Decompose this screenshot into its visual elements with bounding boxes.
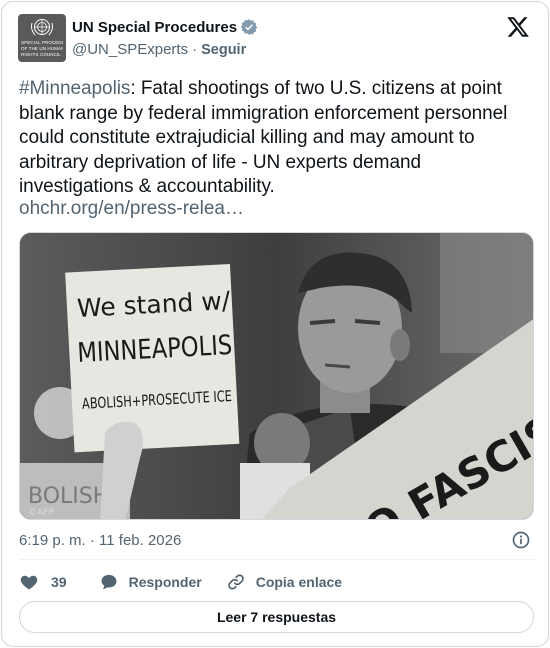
read-replies-button[interactable]: Leer 7 respuestas — [19, 601, 534, 633]
handle-separator: · — [192, 41, 198, 58]
handle[interactable]: @UN_SPExperts — [72, 41, 188, 58]
tweet-photo[interactable]: BOLISH We stand w/ MINNEAPOLIS ABOLISH+P… — [19, 232, 534, 520]
tweet-text: #Minneapolis: Fatal shootings of two U.S… — [19, 77, 519, 200]
copy-link-label: Copia enlace — [255, 574, 343, 590]
follow-button[interactable]: Seguir — [201, 42, 246, 58]
tweet-card: SPECIAL PROCEDURES OF THE UN HUMAN RIGHT… — [1, 1, 549, 647]
un-emblem-icon — [30, 19, 54, 36]
author-name-row: UN Special Procedures — [72, 18, 258, 36]
avatar-text-2: OF THE UN HUMAN — [21, 46, 63, 51]
copy-link-button[interactable]: Copia enlace — [226, 572, 342, 592]
speech-bubble-icon — [101, 574, 117, 590]
link-icon — [227, 574, 244, 590]
x-logo-icon[interactable] — [506, 15, 530, 39]
protest-photo: BOLISH We stand w/ MINNEAPOLIS ABOLISH+P… — [20, 233, 533, 519]
avatar-text-3: RIGHTS COUNCIL — [21, 52, 61, 57]
like-button[interactable]: 39 — [19, 572, 67, 592]
divider — [19, 559, 534, 560]
handle-row: @UN_SPExperts · Seguir — [72, 41, 246, 58]
timestamp[interactable]: 6:19 p. m. · 11 feb. 2026 — [19, 532, 181, 549]
external-link[interactable]: ohchr.org/en/press-relea… — [19, 198, 244, 220]
avatar[interactable]: SPECIAL PROCEDURES OF THE UN HUMAN RIGHT… — [18, 14, 66, 62]
like-count: 39 — [51, 574, 67, 590]
reply-button[interactable]: Responder — [99, 572, 202, 592]
display-name[interactable]: UN Special Procedures — [72, 19, 237, 36]
photo-credit: ©AFP — [28, 508, 54, 518]
avatar-text-1: SPECIAL PROCEDURES — [21, 40, 63, 45]
action-bar: 39 Responder Copia enlace — [19, 570, 342, 594]
info-icon[interactable] — [511, 530, 531, 550]
heart-icon — [20, 575, 38, 590]
verified-badge-icon — [240, 18, 258, 36]
bg-sign-text: BOLISH — [28, 484, 109, 509]
reply-label: Responder — [128, 574, 202, 590]
hashtag-link[interactable]: #Minneapolis — [19, 78, 130, 99]
